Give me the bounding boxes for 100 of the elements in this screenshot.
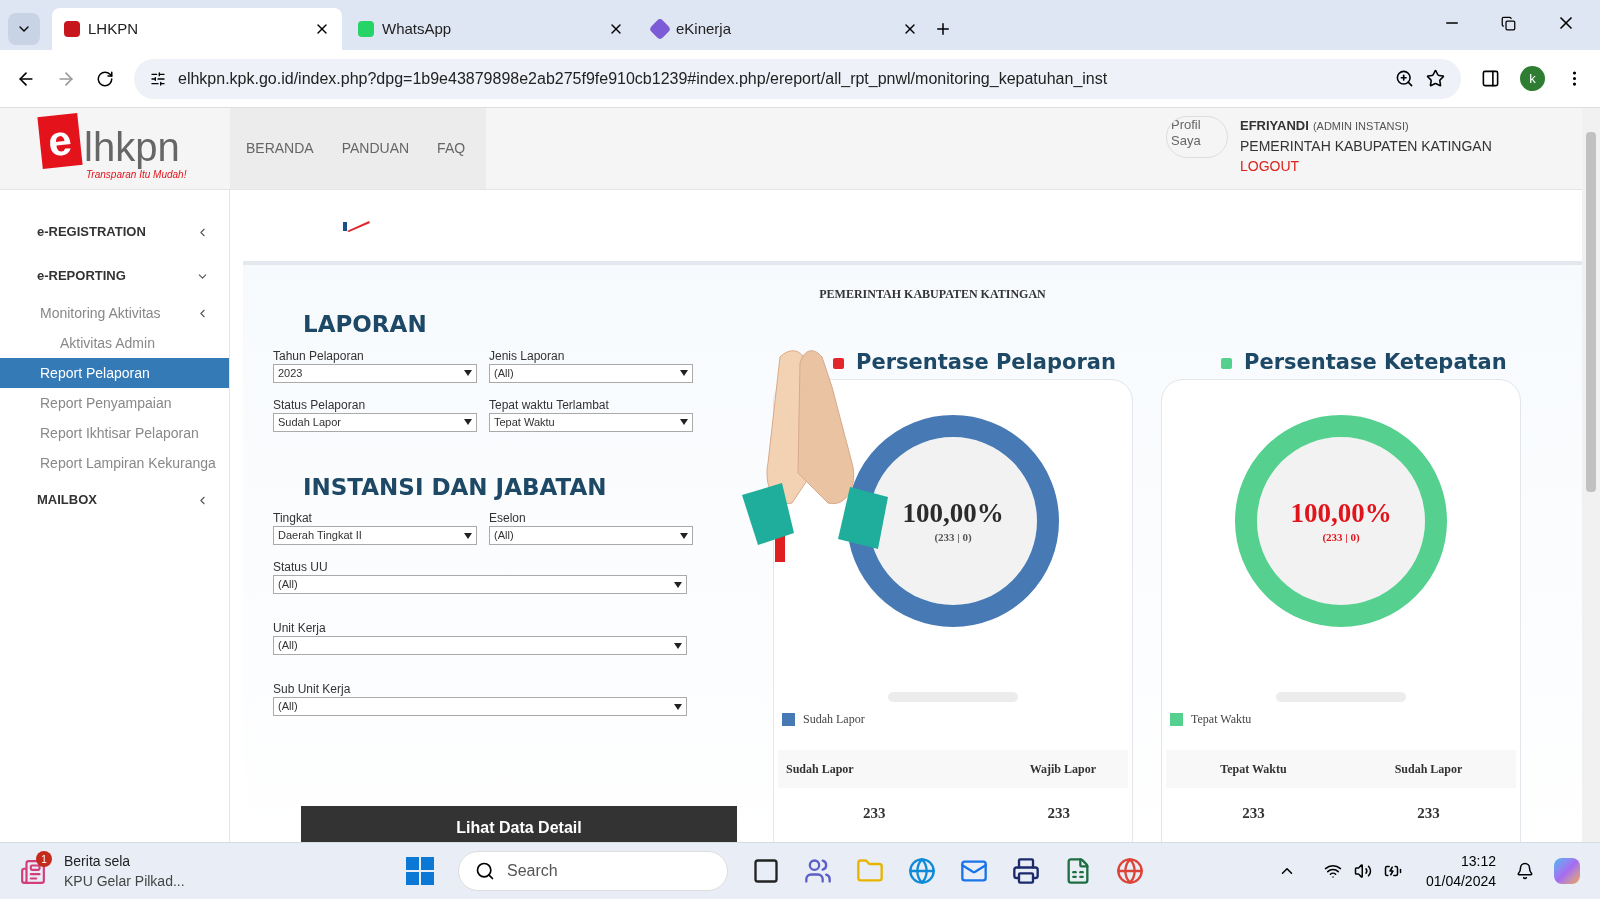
browser-icon[interactable]	[1116, 857, 1144, 885]
favicon-icon	[64, 21, 80, 37]
nav-link[interactable]: FAQ	[437, 138, 466, 159]
field-label: Sub Unit Kerja	[273, 681, 352, 697]
user-organization: PEMERINTAH KABUPATEN KATINGAN	[1240, 137, 1492, 156]
wifi-icon[interactable]	[1323, 862, 1342, 880]
select-field[interactable]: Daerah Tingkat II	[273, 526, 477, 545]
browser-tab[interactable]: LHKPN	[52, 8, 342, 50]
sidebar-item[interactable]: Report Lampiran Kekuranga	[0, 448, 229, 478]
sidebar-item[interactable]: Report Penyampaian	[0, 388, 229, 418]
count-value: (233 | 0)	[1322, 529, 1360, 545]
caret-icon	[464, 419, 472, 425]
address-bar[interactable]: elhkpn.kpk.go.id/index.php?dpg=1b9e43879898e2ab275f9fe910cb1239#index.php/ereport/all_rpt_pnwl/monitoring_kepatuhan_inst	[134, 58, 1461, 99]
card-title: Persentase Pelaporan	[856, 349, 1116, 377]
favicon-icon	[358, 21, 374, 37]
logo-tagline: Transparan Itu Mudah!	[86, 169, 188, 182]
legend-label: Tepat Waktu	[1191, 711, 1252, 728]
logout-link[interactable]: LOGOUT	[1240, 156, 1492, 176]
nav-link[interactable]: PANDUAN	[341, 138, 410, 159]
field-label: Unit Kerja	[273, 620, 327, 636]
nav-link[interactable]: BERANDA	[246, 138, 314, 159]
field-label: Status Pelaporan	[273, 396, 367, 413]
user-role: (ADMIN INSTANSI)	[1312, 119, 1409, 134]
tab-list-button[interactable]	[8, 13, 40, 45]
check-mark-icon	[343, 220, 371, 232]
browser-icon[interactable]	[908, 857, 936, 885]
new-tab-icon[interactable]	[934, 20, 952, 38]
count-value: (233 | 0)	[934, 529, 972, 545]
volume-icon[interactable]	[1353, 862, 1372, 880]
sidebar-item[interactable]: Monitoring Aktivitas	[0, 298, 229, 328]
section-title: INSTANSI DAN JABATAN	[302, 472, 608, 502]
view-details-button[interactable]: Lihat Data Detail	[301, 806, 737, 842]
news-subtitle: KPU Gelar Pilkad...	[64, 872, 186, 891]
field-label: Jenis Laporan	[489, 347, 566, 364]
search-field[interactable]: Search	[458, 851, 728, 891]
clock-date: 01/04/2024	[1425, 872, 1496, 891]
zoom-icon[interactable]	[1395, 69, 1414, 88]
browser-tab[interactable]: eKinerja	[640, 8, 930, 50]
caret-icon	[674, 703, 682, 710]
clock-time: 13:12	[1460, 852, 1496, 871]
caret-icon	[674, 581, 682, 588]
legend-label: Sudah Lapor	[803, 711, 865, 728]
percentage-value: 100,00%	[1290, 496, 1392, 529]
column-header: Wajib Lapor	[1028, 761, 1097, 778]
people-icon[interactable]	[804, 857, 832, 885]
logo-mark: e	[37, 113, 83, 169]
card-title: Persentase Ketepatan	[1244, 349, 1507, 377]
select-field[interactable]: (All)	[273, 636, 687, 655]
side-panel-icon[interactable]	[1481, 69, 1500, 88]
select-field[interactable]: (All)	[489, 526, 693, 545]
url-text: elhkpn.kpk.go.id/index.php?dpg=1b9e43879898e2ab275f9fe910cb1239#index.php/ereport/all_rpt_pnwl/monitoring_kepatuhan_inst	[178, 68, 1109, 89]
sidebar-section[interactable]: e-REGISTRATION	[0, 210, 229, 254]
copilot-icon[interactable]	[1554, 858, 1580, 884]
notification-icon[interactable]	[1516, 862, 1534, 880]
caret-icon	[464, 532, 472, 539]
task-view-icon[interactable]	[752, 857, 780, 885]
select-field[interactable]: (All)	[273, 697, 687, 716]
tab-title: LHKPN	[88, 18, 140, 39]
select-field[interactable]: Sudah Lapor	[273, 412, 477, 432]
field-label: Tahun Pelaporan	[273, 347, 365, 364]
logo-text: lhkpn	[84, 127, 180, 167]
sidebar-item[interactable]: Report Pelaporan	[0, 358, 229, 388]
column-header: Sudah Lapor	[1393, 761, 1464, 778]
field-label: Status UU	[273, 559, 329, 575]
printer-icon[interactable]	[1012, 857, 1040, 885]
restore-icon[interactable]	[1501, 15, 1516, 31]
user-name: EFRIYANDI	[1240, 117, 1309, 135]
site-settings-icon[interactable]	[150, 70, 166, 87]
table-cell-text: 233	[1241, 803, 1266, 823]
tab-title: WhatsApp	[382, 18, 453, 39]
caret-icon	[680, 532, 688, 539]
column-header: Sudah Lapor	[785, 761, 855, 778]
search-icon	[475, 861, 495, 881]
caret-icon	[680, 370, 688, 376]
select-field[interactable]: Tepat Waktu	[489, 412, 693, 432]
browser-tab[interactable]: WhatsApp	[346, 8, 636, 50]
sidebar-item[interactable]: Aktivitas Admin	[0, 328, 229, 358]
windows-start-icon[interactable]	[406, 857, 434, 885]
field-label: Tepat waktu Terlambat	[489, 396, 610, 413]
field-label: Eselon	[489, 510, 527, 526]
sidebar-item[interactable]: Report Ikhtisar Pelaporan	[0, 418, 229, 448]
table-cell-text: 233	[1416, 803, 1441, 823]
column-header: Tepat Waktu	[1219, 761, 1288, 778]
scrollbar[interactable]	[1582, 108, 1600, 842]
field-label: Tingkat	[273, 510, 313, 526]
section-title: LAPORAN	[302, 310, 428, 339]
select-field[interactable]: (All)	[489, 363, 693, 383]
percentage-value: 100,00%	[902, 496, 1004, 529]
select-field[interactable]: (All)	[273, 575, 687, 594]
tab-title: eKinerja	[676, 18, 733, 39]
notification-badge: 1	[36, 851, 52, 867]
organization-title: PEMERINTAH KABUPATEN KATINGAN	[819, 286, 1046, 303]
bookmark-icon[interactable]	[1426, 69, 1445, 88]
table-cell-text: 233	[1046, 803, 1071, 823]
sidebar-section[interactable]: MAILBOX	[0, 478, 229, 522]
sidebar-section[interactable]: e-REPORTING	[0, 254, 229, 298]
reload-icon[interactable]	[96, 69, 114, 88]
news-title: Berita sela	[64, 852, 132, 871]
select-field[interactable]: 2023	[273, 363, 477, 383]
profile-avatar[interactable]: k	[1520, 66, 1545, 91]
